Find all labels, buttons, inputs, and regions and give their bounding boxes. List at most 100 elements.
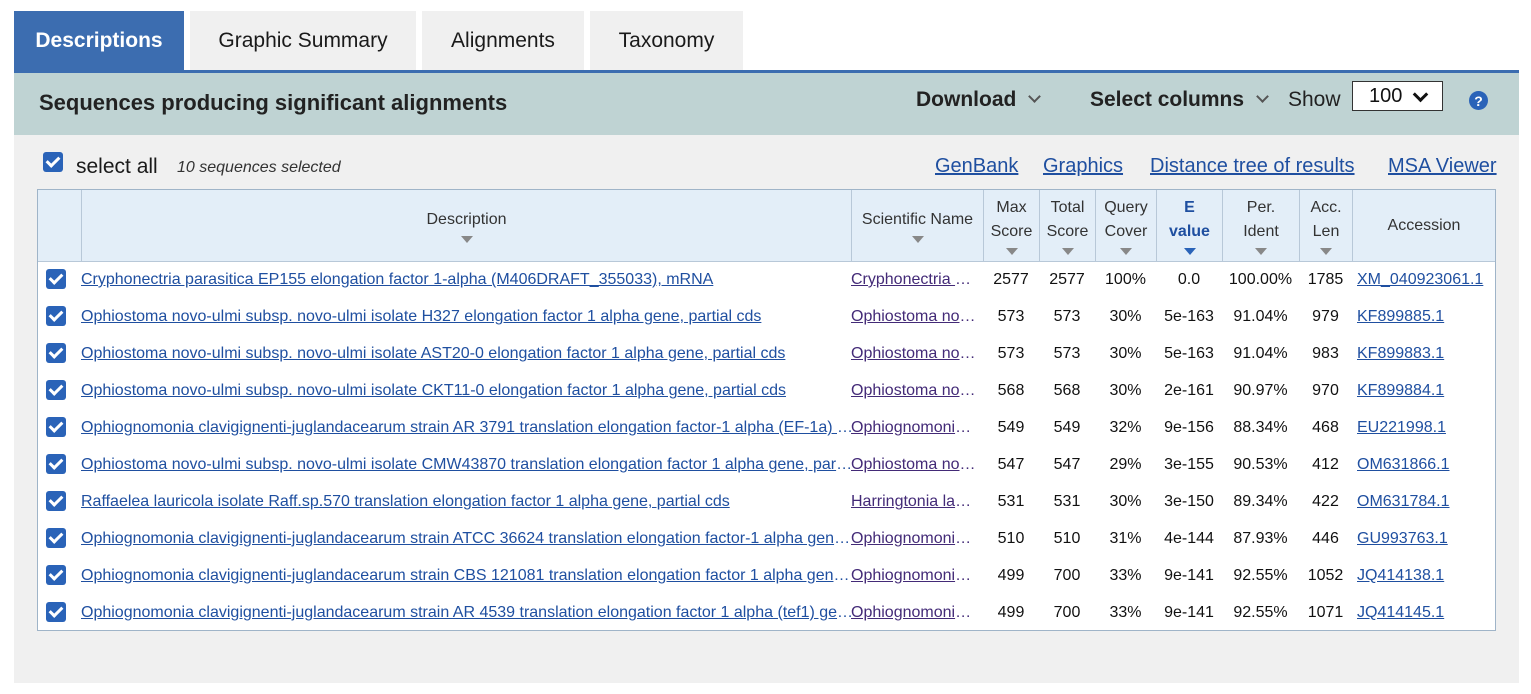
select-columns-dropdown[interactable]: Select columns [1090, 88, 1269, 112]
column-max-score[interactable]: Max Score [983, 190, 1039, 261]
description-link[interactable]: Raffaelea lauricola isolate Raff.sp.570 … [81, 483, 856, 520]
scientific-name-link[interactable]: Ophiostoma novo-ulmi subsp. novo-ulmi [851, 298, 979, 335]
scientific-name-link[interactable]: Ophiostoma novo-ulmi subsp. novo-ulmi [851, 446, 979, 483]
download-dropdown[interactable]: Download [916, 88, 1042, 112]
show-count-value: 100 [1369, 84, 1403, 107]
distance-tree-link[interactable]: Distance tree of results [1150, 155, 1355, 178]
per-ident: 91.04% [1233, 308, 1288, 325]
accession-link[interactable]: GU993763.1 [1357, 520, 1495, 557]
column-description[interactable]: Description [81, 190, 851, 261]
column-scientific-name[interactable]: Scientific Name [851, 190, 983, 261]
total-score: 2577 [1049, 271, 1085, 288]
accession-link[interactable]: OM631784.1 [1357, 483, 1495, 520]
description-link[interactable]: Ophiostoma novo-ulmi subsp. novo-ulmi is… [81, 372, 856, 409]
chevron-down-icon [1412, 86, 1429, 103]
column-label: Cover [1104, 223, 1148, 240]
table-row: Ophiognomonia clavigignenti-juglandacear… [38, 557, 1495, 594]
query-cover: 30% [1109, 493, 1142, 510]
evalue: 9e-141 [1164, 567, 1214, 584]
table-row: Ophiostoma novo-ulmi subsp. novo-ulmi is… [38, 446, 1495, 483]
accession-link[interactable]: OM631866.1 [1357, 446, 1495, 483]
tab-alignments[interactable]: Alignments [422, 11, 584, 70]
acc-len: 1785 [1307, 271, 1344, 288]
graphics-link[interactable]: Graphics [1043, 155, 1123, 178]
sort-arrow-icon [1183, 248, 1196, 255]
row-checkbox[interactable] [46, 602, 66, 622]
acc-len: 1071 [1307, 604, 1344, 621]
accession-link[interactable]: XM_040923061.1 [1357, 261, 1495, 298]
scientific-name-link[interactable]: Ophiognomonia clavigignenti-juglandacear… [851, 594, 979, 631]
row-checkbox[interactable] [46, 306, 66, 326]
show-count-select[interactable]: 100 [1352, 81, 1443, 111]
row-checkbox[interactable] [46, 343, 66, 363]
description-link[interactable]: Ophiognomonia clavigignenti-juglandacear… [81, 594, 856, 631]
evalue: 3e-150 [1164, 493, 1214, 510]
per-ident: 100.00% [1228, 271, 1293, 288]
query-cover: 29% [1109, 456, 1142, 473]
select-all-checkbox[interactable] [43, 152, 63, 172]
show-label: Show [1288, 88, 1341, 111]
column-total-score[interactable]: Total Score [1039, 190, 1095, 261]
acc-len: 979 [1312, 308, 1339, 325]
description-link[interactable]: Ophiostoma novo-ulmi subsp. novo-ulmi is… [81, 335, 856, 372]
results-panel: Sequences producing significant alignmen… [14, 73, 1519, 683]
description-link[interactable]: Cryphonectria parasitica EP155 elongatio… [81, 261, 856, 298]
scientific-name-link[interactable]: Ophiognomonia clavigignenti-juglandacear… [851, 409, 979, 446]
total-score: 549 [1053, 419, 1081, 436]
description-link[interactable]: Ophiognomonia clavigignenti-juglandacear… [81, 557, 856, 594]
total-score: 700 [1053, 567, 1081, 584]
accession-link[interactable]: KF899883.1 [1357, 335, 1495, 372]
query-cover: 32% [1109, 419, 1142, 436]
column-evalue[interactable]: E value [1156, 190, 1222, 261]
table-row: Ophiognomonia clavigignenti-juglandacear… [38, 594, 1495, 631]
scientific-name-link[interactable]: Cryphonectria parasitica EP155 [851, 261, 979, 298]
evalue: 9e-141 [1164, 604, 1214, 621]
total-score: 510 [1053, 530, 1081, 547]
description-link[interactable]: Ophiognomonia clavigignenti-juglandacear… [81, 520, 856, 557]
select-all-label[interactable]: select all [76, 155, 158, 179]
column-per-ident[interactable]: Per. Ident [1222, 190, 1299, 261]
table-row: Ophiostoma novo-ulmi subsp. novo-ulmi is… [38, 372, 1495, 409]
query-cover: 100% [1105, 271, 1146, 288]
scientific-name-link[interactable]: Ophiognomonia clavigignenti-juglandacear… [851, 520, 979, 557]
row-checkbox[interactable] [46, 565, 66, 585]
per-ident: 90.97% [1233, 382, 1288, 399]
row-checkbox[interactable] [46, 454, 66, 474]
total-score: 573 [1053, 308, 1081, 325]
per-ident: 89.34% [1233, 493, 1288, 510]
accession-link[interactable]: EU221998.1 [1357, 409, 1495, 446]
row-checkbox[interactable] [46, 269, 66, 289]
description-link[interactable]: Ophiostoma novo-ulmi subsp. novo-ulmi is… [81, 446, 856, 483]
table-row: Cryphonectria parasitica EP155 elongatio… [38, 261, 1495, 298]
max-score: 531 [997, 493, 1025, 510]
scientific-name-link[interactable]: Harringtonia lauricola [851, 483, 979, 520]
acc-len: 412 [1312, 456, 1339, 473]
tab-descriptions[interactable]: Descriptions [14, 11, 184, 70]
accession-link[interactable]: JQ414145.1 [1357, 594, 1495, 631]
description-link[interactable]: Ophiostoma novo-ulmi subsp. novo-ulmi is… [81, 298, 856, 335]
row-checkbox[interactable] [46, 380, 66, 400]
accession-link[interactable]: KF899884.1 [1357, 372, 1495, 409]
row-checkbox[interactable] [46, 528, 66, 548]
tab-taxonomy[interactable]: Taxonomy [590, 11, 743, 70]
accession-link[interactable]: KF899885.1 [1357, 298, 1495, 335]
scientific-name-link[interactable]: Ophiostoma novo-ulmi subsp. novo-ulmi [851, 372, 979, 409]
msa-viewer-link[interactable]: MSA Viewer [1388, 155, 1497, 178]
row-checkbox[interactable] [46, 491, 66, 511]
evalue: 9e-156 [1164, 419, 1214, 436]
sort-arrow-icon [1255, 248, 1267, 255]
accession-link[interactable]: JQ414138.1 [1357, 557, 1495, 594]
description-link[interactable]: Ophiognomonia clavigignenti-juglandacear… [81, 409, 856, 446]
column-query-cover[interactable]: Query Cover [1095, 190, 1156, 261]
table-row: Ophiognomonia clavigignenti-juglandacear… [38, 520, 1495, 557]
max-score: 573 [997, 308, 1025, 325]
scientific-name-link[interactable]: Ophiostoma novo-ulmi subsp. novo-ulmi [851, 335, 979, 372]
row-checkbox[interactable] [46, 417, 66, 437]
tab-graphic-summary[interactable]: Graphic Summary [190, 11, 416, 70]
download-label: Download [916, 88, 1017, 111]
scientific-name-link[interactable]: Ophiognomonia clavigignenti-juglandacear… [851, 557, 979, 594]
help-icon[interactable]: ? [1469, 91, 1488, 110]
column-acc-len[interactable]: Acc. Len [1299, 190, 1352, 261]
genbank-link[interactable]: GenBank [935, 155, 1018, 178]
query-cover: 31% [1109, 530, 1142, 547]
